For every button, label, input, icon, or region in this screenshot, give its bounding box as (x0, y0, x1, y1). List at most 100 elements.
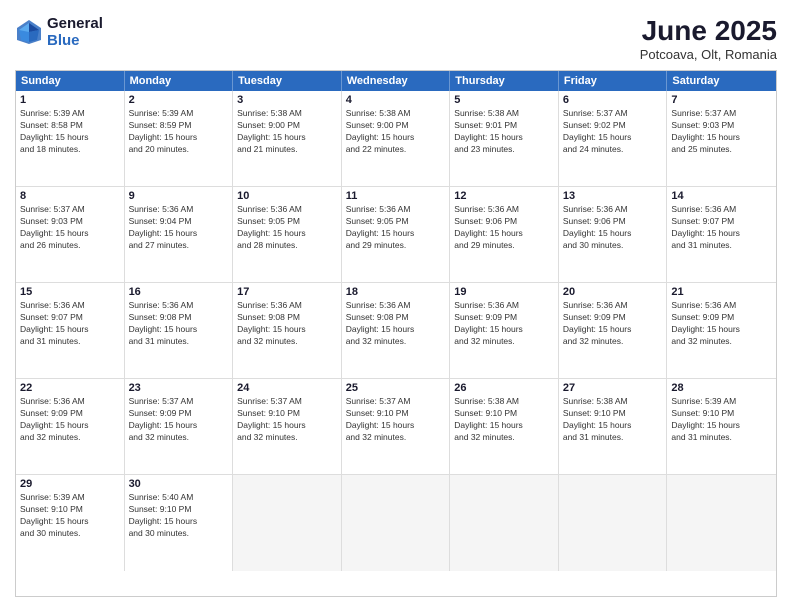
calendar-day-9: 9 Sunrise: 5:36 AM Sunset: 9:04 PM Daylig… (125, 187, 234, 282)
calendar-empty (450, 475, 559, 571)
calendar-day-12: 12 Sunrise: 5:36 AM Sunset: 9:06 PM Dayli… (450, 187, 559, 282)
day-info: Sunrise: 5:39 AM Sunset: 9:10 PM Dayligh… (20, 492, 120, 540)
calendar-day-6: 6 Sunrise: 5:37 AM Sunset: 9:02 PM Daylig… (559, 91, 668, 186)
header-day-friday: Friday (559, 71, 668, 91)
calendar-day-4: 4 Sunrise: 5:38 AM Sunset: 9:00 PM Daylig… (342, 91, 451, 186)
day-number: 11 (346, 190, 446, 202)
calendar-empty (559, 475, 668, 571)
calendar-day-27: 27 Sunrise: 5:38 AM Sunset: 9:10 PM Dayli… (559, 379, 668, 474)
calendar-day-2: 2 Sunrise: 5:39 AM Sunset: 8:59 PM Daylig… (125, 91, 234, 186)
day-info: Sunrise: 5:38 AM Sunset: 9:00 PM Dayligh… (346, 108, 446, 156)
calendar-day-20: 20Sunrise: 5:36 AM Sunset: 9:09 PM Dayli… (559, 283, 668, 378)
day-number: 18 (346, 286, 446, 298)
calendar-empty (342, 475, 451, 571)
calendar-day-7: 7Sunrise: 5:37 AM Sunset: 9:03 PM Daylig… (667, 91, 776, 186)
day-number: 17 (237, 286, 337, 298)
day-info: Sunrise: 5:36 AM Sunset: 9:07 PM Dayligh… (671, 204, 772, 252)
day-info: Sunrise: 5:36 AM Sunset: 9:06 PM Dayligh… (454, 204, 554, 252)
day-info: Sunrise: 5:40 AM Sunset: 9:10 PM Dayligh… (129, 492, 229, 540)
location: Potcoava, Olt, Romania (640, 47, 777, 62)
calendar-day-1: 1 Sunrise: 5:39 AM Sunset: 8:58 PM Daylig… (16, 91, 125, 186)
day-number: 4 (346, 94, 446, 106)
calendar-day-5: 5Sunrise: 5:38 AM Sunset: 9:01 PM Daylig… (450, 91, 559, 186)
day-number: 15 (20, 286, 120, 298)
header-day-tuesday: Tuesday (233, 71, 342, 91)
calendar-week-3: 15Sunrise: 5:36 AM Sunset: 9:07 PM Dayli… (16, 283, 776, 379)
day-number: 19 (454, 286, 554, 298)
calendar-week-1: 1 Sunrise: 5:39 AM Sunset: 8:58 PM Daylig… (16, 91, 776, 187)
day-info: Sunrise: 5:36 AM Sunset: 9:04 PM Dayligh… (129, 204, 229, 252)
calendar-day-29: 29 Sunrise: 5:39 AM Sunset: 9:10 PM Dayli… (16, 475, 125, 571)
calendar-day-30: 30Sunrise: 5:40 AM Sunset: 9:10 PM Dayli… (125, 475, 234, 571)
calendar-day-10: 10Sunrise: 5:36 AM Sunset: 9:05 PM Dayli… (233, 187, 342, 282)
day-number: 29 (20, 478, 120, 490)
calendar-day-23: 23 Sunrise: 5:37 AM Sunset: 9:09 PM Dayli… (125, 379, 234, 474)
title-block: June 2025 Potcoava, Olt, Romania (640, 15, 777, 62)
month-title: June 2025 (640, 15, 777, 47)
calendar-day-13: 13 Sunrise: 5:36 AM Sunset: 9:06 PM Dayli… (559, 187, 668, 282)
day-info: Sunrise: 5:39 AM Sunset: 9:10 PM Dayligh… (671, 396, 772, 444)
day-number: 1 (20, 94, 120, 106)
day-number: 12 (454, 190, 554, 202)
day-number: 9 (129, 190, 229, 202)
calendar-empty (233, 475, 342, 571)
logo-text: General Blue (47, 15, 103, 49)
calendar-empty (667, 475, 776, 571)
day-info: Sunrise: 5:37 AM Sunset: 9:10 PM Dayligh… (346, 396, 446, 444)
day-info: Sunrise: 5:38 AM Sunset: 9:01 PM Dayligh… (454, 108, 554, 156)
header-day-monday: Monday (125, 71, 234, 91)
day-number: 6 (563, 94, 663, 106)
calendar: SundayMondayTuesdayWednesdayThursdayFrid… (15, 70, 777, 597)
day-number: 23 (129, 382, 229, 394)
calendar-day-11: 11 Sunrise: 5:36 AM Sunset: 9:05 PM Dayli… (342, 187, 451, 282)
calendar-day-15: 15Sunrise: 5:36 AM Sunset: 9:07 PM Dayli… (16, 283, 125, 378)
calendar-day-16: 16 Sunrise: 5:36 AM Sunset: 9:08 PM Dayli… (125, 283, 234, 378)
day-number: 13 (563, 190, 663, 202)
calendar-day-19: 19 Sunrise: 5:36 AM Sunset: 9:09 PM Dayli… (450, 283, 559, 378)
day-number: 28 (671, 382, 772, 394)
day-info: Sunrise: 5:36 AM Sunset: 9:09 PM Dayligh… (671, 300, 772, 348)
day-number: 16 (129, 286, 229, 298)
day-number: 14 (671, 190, 772, 202)
header-day-sunday: Sunday (16, 71, 125, 91)
day-number: 2 (129, 94, 229, 106)
header-day-wednesday: Wednesday (342, 71, 451, 91)
day-info: Sunrise: 5:36 AM Sunset: 9:08 PM Dayligh… (237, 300, 337, 348)
calendar-week-5: 29 Sunrise: 5:39 AM Sunset: 9:10 PM Dayli… (16, 475, 776, 571)
day-info: Sunrise: 5:39 AM Sunset: 8:58 PM Dayligh… (20, 108, 120, 156)
day-info: Sunrise: 5:38 AM Sunset: 9:10 PM Dayligh… (563, 396, 663, 444)
day-info: Sunrise: 5:36 AM Sunset: 9:06 PM Dayligh… (563, 204, 663, 252)
day-info: Sunrise: 5:36 AM Sunset: 9:08 PM Dayligh… (129, 300, 229, 348)
calendar-body: 1 Sunrise: 5:39 AM Sunset: 8:58 PM Daylig… (16, 91, 776, 571)
day-number: 21 (671, 286, 772, 298)
day-info: Sunrise: 5:39 AM Sunset: 8:59 PM Dayligh… (129, 108, 229, 156)
logo-icon (15, 18, 43, 46)
day-info: Sunrise: 5:38 AM Sunset: 9:10 PM Dayligh… (454, 396, 554, 444)
day-info: Sunrise: 5:36 AM Sunset: 9:05 PM Dayligh… (346, 204, 446, 252)
calendar-day-14: 14 Sunrise: 5:36 AM Sunset: 9:07 PM Dayli… (667, 187, 776, 282)
day-info: Sunrise: 5:36 AM Sunset: 9:09 PM Dayligh… (20, 396, 120, 444)
day-info: Sunrise: 5:37 AM Sunset: 9:10 PM Dayligh… (237, 396, 337, 444)
day-number: 8 (20, 190, 120, 202)
calendar-day-18: 18 Sunrise: 5:36 AM Sunset: 9:08 PM Dayli… (342, 283, 451, 378)
day-number: 27 (563, 382, 663, 394)
day-number: 25 (346, 382, 446, 394)
day-number: 24 (237, 382, 337, 394)
day-info: Sunrise: 5:37 AM Sunset: 9:02 PM Dayligh… (563, 108, 663, 156)
day-info: Sunrise: 5:37 AM Sunset: 9:09 PM Dayligh… (129, 396, 229, 444)
day-info: Sunrise: 5:38 AM Sunset: 9:00 PM Dayligh… (237, 108, 337, 156)
calendar-header: SundayMondayTuesdayWednesdayThursdayFrid… (16, 71, 776, 91)
day-info: Sunrise: 5:36 AM Sunset: 9:09 PM Dayligh… (454, 300, 554, 348)
calendar-day-17: 17 Sunrise: 5:36 AM Sunset: 9:08 PM Dayli… (233, 283, 342, 378)
day-info: Sunrise: 5:37 AM Sunset: 9:03 PM Dayligh… (671, 108, 772, 156)
calendar-day-22: 22Sunrise: 5:36 AM Sunset: 9:09 PM Dayli… (16, 379, 125, 474)
day-number: 3 (237, 94, 337, 106)
logo: General Blue (15, 15, 103, 49)
calendar-day-8: 8Sunrise: 5:37 AM Sunset: 9:03 PM Daylig… (16, 187, 125, 282)
calendar-day-3: 3 Sunrise: 5:38 AM Sunset: 9:00 PM Daylig… (233, 91, 342, 186)
day-info: Sunrise: 5:36 AM Sunset: 9:08 PM Dayligh… (346, 300, 446, 348)
day-number: 20 (563, 286, 663, 298)
calendar-day-21: 21 Sunrise: 5:36 AM Sunset: 9:09 PM Dayli… (667, 283, 776, 378)
calendar-day-24: 24 Sunrise: 5:37 AM Sunset: 9:10 PM Dayli… (233, 379, 342, 474)
day-info: Sunrise: 5:36 AM Sunset: 9:05 PM Dayligh… (237, 204, 337, 252)
